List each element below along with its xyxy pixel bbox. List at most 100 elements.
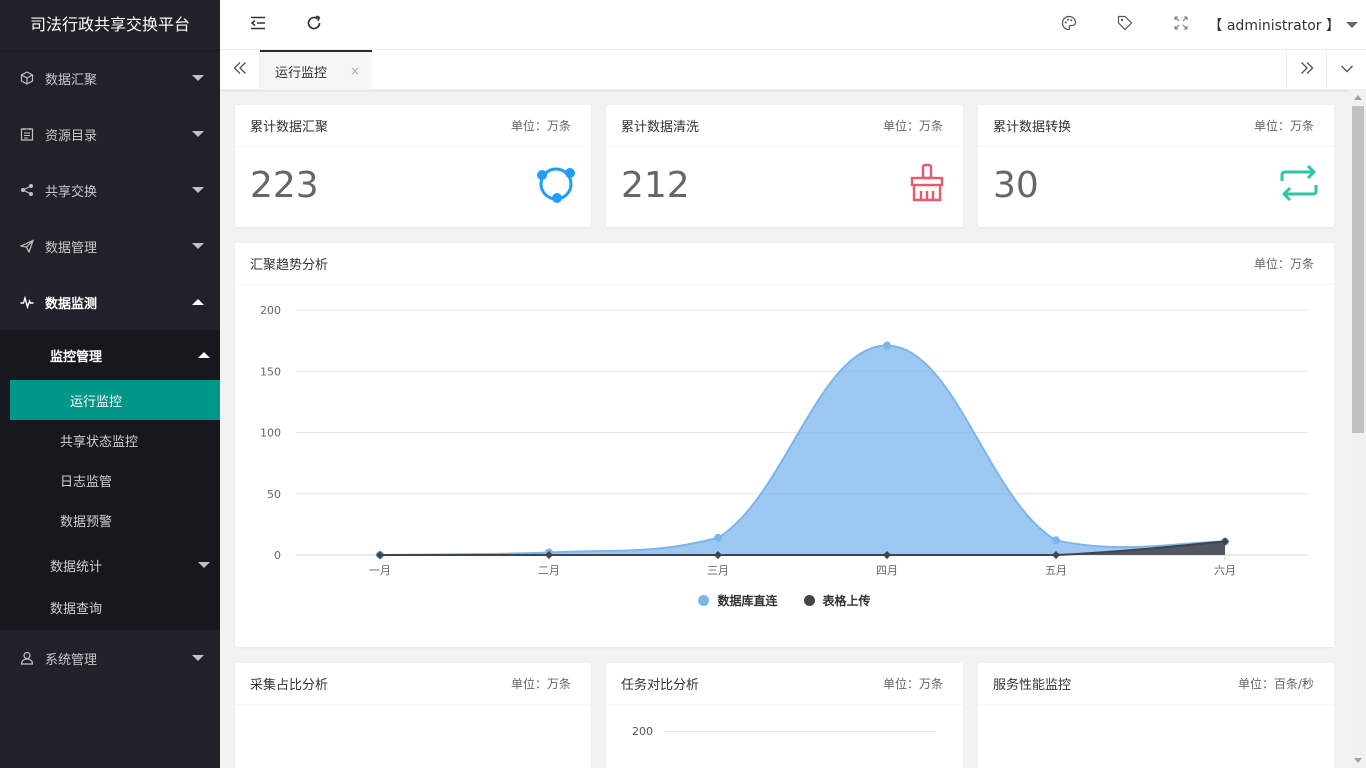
refresh-button[interactable] <box>286 0 342 50</box>
x-tick-label: 一月 <box>369 564 391 577</box>
card-header: 任务对比分析 单位：万条 <box>606 663 963 705</box>
sidebar-item-resource-catalog[interactable]: 资源目录 <box>0 106 220 162</box>
user-icon <box>20 651 34 665</box>
repeat-icon <box>1278 163 1320 207</box>
tab-close-icon[interactable]: × <box>350 64 360 78</box>
card-unit: 单位：万条 <box>1253 119 1314 133</box>
card-title: 累计数据转换 <box>993 120 1072 135</box>
data-point <box>883 341 891 350</box>
broom-icon <box>909 163 945 207</box>
sidebar: 司法行政共享交换平台 数据汇聚 资源目录 共享交换 数据管理 数据监测 监控管理… <box>0 0 220 768</box>
x-tick-label: 三月 <box>707 564 729 577</box>
card-unit: 单位：万条 <box>510 119 571 133</box>
tab-run-monitor[interactable]: 运行监控 × <box>260 50 372 90</box>
caret-down-icon <box>192 243 204 249</box>
sidebar-item-data-aggregation[interactable]: 数据汇聚 <box>0 50 220 106</box>
tab-menu-button[interactable] <box>1326 50 1366 90</box>
double-chevron-left-icon <box>233 61 247 79</box>
chevron-down-icon <box>1340 63 1354 78</box>
sidebar-item-label: 系统管理 <box>45 652 98 668</box>
caret-down-icon <box>198 562 210 568</box>
y-tick-label: 200 <box>632 725 653 738</box>
card-header: 累计数据清洗 单位：万条 <box>606 105 963 147</box>
sidebar-item-data-monitoring[interactable]: 数据监测 <box>0 274 220 330</box>
sidebar-item-system-management[interactable]: 系统管理 <box>0 630 220 686</box>
x-tick-label: 二月 <box>538 564 560 577</box>
card-header: 累计数据转换 单位：万条 <box>978 105 1334 147</box>
fullscreen-icon <box>1174 16 1188 34</box>
sidebar-leaf-label: 数据预警 <box>60 514 113 530</box>
stat-value: 30 <box>993 165 1039 206</box>
chart-legend: 数据库直连 表格上传 <box>235 592 1334 609</box>
card-unit: 单位：万条 <box>882 119 943 133</box>
indent-icon <box>250 16 266 34</box>
tag-button[interactable] <box>1097 0 1153 50</box>
card-unit: 单位：万条 <box>1253 257 1314 271</box>
card-title: 采集占比分析 <box>250 678 329 693</box>
sidebar-leaf-label: 日志监管 <box>60 474 113 490</box>
tag-icon <box>1117 15 1133 35</box>
pulse-icon <box>20 295 34 309</box>
scrollbar-thumb[interactable] <box>1352 106 1364 433</box>
aggregation-icon <box>535 163 577 209</box>
legend-item-sheet-upload[interactable]: 表格上传 <box>803 592 871 609</box>
sidebar-leaf-label: 共享状态监控 <box>60 434 139 450</box>
user-name: 【 administrator 】 <box>1208 18 1340 34</box>
stat-card-aggregation: 累计数据汇聚 单位：万条 223 <box>235 105 591 227</box>
x-tick-label: 四月 <box>876 564 898 577</box>
sidebar-leaf-share-status-monitor[interactable]: 共享状态监控 <box>0 420 220 460</box>
scroll-down-icon[interactable] <box>1354 758 1362 763</box>
stat-value: 223 <box>250 165 319 206</box>
legend-label: 数据库直连 <box>717 594 778 608</box>
tab-scroll-left-button[interactable] <box>220 50 260 90</box>
card-header: 采集占比分析 单位：万条 <box>235 663 591 705</box>
sidebar-leaf-data-warning[interactable]: 数据预警 <box>0 500 220 540</box>
trend-chart-svg: 0 50 100 150 200 一月 二月 三月 四月 五月 六月 <box>260 304 1308 577</box>
caret-up-icon <box>198 352 210 358</box>
y-tick-label: 150 <box>260 365 281 378</box>
card-title: 累计数据汇聚 <box>250 120 329 135</box>
card-title: 汇聚趋势分析 <box>250 258 329 273</box>
y-tick-label: 100 <box>260 427 281 440</box>
y-tick-label: 50 <box>267 488 281 501</box>
legend-item-db-direct[interactable]: 数据库直连 <box>698 592 778 609</box>
x-tick-label: 五月 <box>1045 564 1067 577</box>
palette-icon <box>1061 15 1077 35</box>
caret-down-icon <box>192 75 204 81</box>
cube-icon <box>20 71 34 85</box>
sidebar-subitem-data-query[interactable]: 数据查询 <box>0 590 220 624</box>
legend-marker <box>698 595 710 606</box>
sidebar-subitem-monitor-management[interactable]: 监控管理 <box>0 330 220 380</box>
card-header: 汇聚趋势分析 单位：万条 <box>235 243 1334 285</box>
tab-label: 运行监控 <box>275 65 328 81</box>
caret-down-icon <box>1346 22 1358 28</box>
series-area <box>380 345 1225 555</box>
y-tick-label: 200 <box>260 304 281 317</box>
task-comparison-card: 任务对比分析 单位：万条 200 <box>606 663 963 768</box>
fullscreen-button[interactable] <box>1153 0 1209 50</box>
theme-button[interactable] <box>1041 0 1097 50</box>
x-tick-label: 六月 <box>1214 564 1236 577</box>
sidebar-item-share-exchange[interactable]: 共享交换 <box>0 162 220 218</box>
sidebar-item-label: 数据汇聚 <box>45 72 98 88</box>
scroll-up-icon[interactable] <box>1354 95 1362 100</box>
legend-marker <box>803 595 815 606</box>
submenu-data-monitoring: 监控管理 运行监控 共享状态监控 日志监管 数据预警 数据统计 数据查询 <box>0 330 220 630</box>
content-scrollbar[interactable] <box>1350 90 1366 768</box>
legend-label: 表格上传 <box>822 594 871 608</box>
app-title: 司法行政共享交换平台 <box>0 0 220 50</box>
card-title: 服务性能监控 <box>993 678 1072 693</box>
sidebar-leaf-run-monitor[interactable]: 运行监控 <box>10 380 220 420</box>
user-menu[interactable]: 【 administrator 】 <box>1208 0 1358 50</box>
sidebar-item-data-management[interactable]: 数据管理 <box>0 218 220 274</box>
trend-chart-card: 汇聚趋势分析 单位：万条 0 50 100 150 200 一月 二月 三月 四月 五月 六月 数据… <box>235 243 1334 647</box>
toggle-sidebar-button[interactable] <box>230 0 286 50</box>
y-tick-label: 0 <box>274 549 281 562</box>
collection-ratio-card: 采集占比分析 单位：万条 <box>235 663 591 768</box>
card-unit: 单位：百条/秒 <box>1237 677 1314 691</box>
sidebar-subitem-data-statistics[interactable]: 数据统计 <box>0 540 220 590</box>
trend-chart: 0 50 100 150 200 一月 二月 三月 四月 五月 六月 <box>235 285 1334 589</box>
sidebar-leaf-log-supervision[interactable]: 日志监管 <box>0 460 220 500</box>
caret-down-icon <box>192 655 204 661</box>
tab-scroll-right-button[interactable] <box>1286 50 1326 90</box>
